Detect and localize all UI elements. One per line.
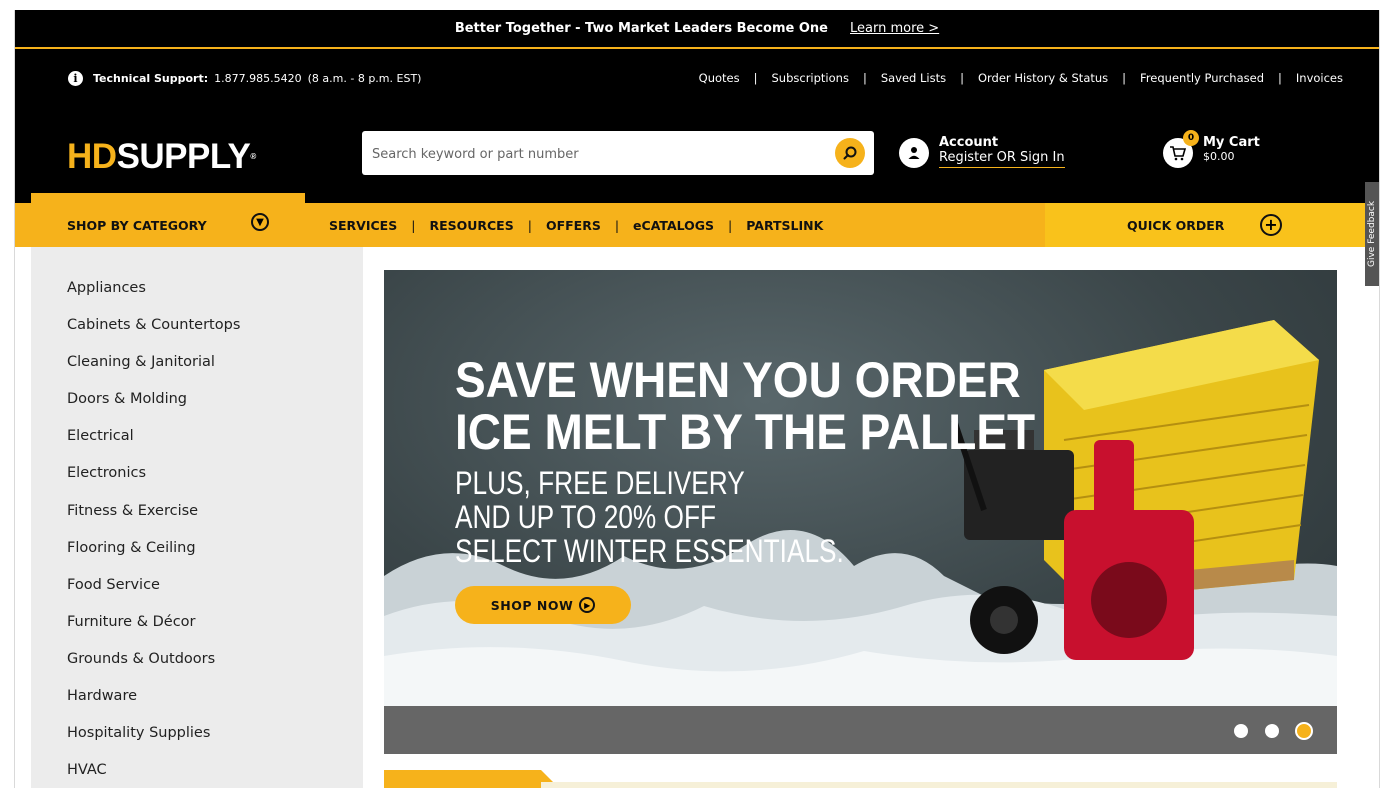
nav-links: SERVICES | RESOURCES | OFFERS | eCATALOG… bbox=[329, 217, 824, 233]
user-icon bbox=[899, 138, 929, 168]
category-item[interactable]: HVAC bbox=[67, 758, 363, 788]
arrow-right-icon: ▶ bbox=[579, 597, 596, 613]
search-bar bbox=[362, 131, 874, 177]
shop-now-button[interactable]: SHOP NOW ▶ bbox=[455, 586, 631, 624]
utility-links: Quotes | Subscriptions | Saved Lists | O… bbox=[698, 71, 1343, 85]
quick-order-button[interactable]: QUICK ORDER + bbox=[1045, 203, 1379, 247]
cart-total: $0.00 bbox=[1203, 150, 1235, 163]
section-divider bbox=[541, 782, 1337, 788]
order-history-link[interactable]: Order History & Status bbox=[978, 71, 1108, 85]
category-item[interactable]: Hardware bbox=[67, 684, 363, 721]
category-item[interactable]: Grounds & Outdoors bbox=[67, 647, 363, 684]
announcement-message: Better Together - Two Market Leaders Bec… bbox=[454, 21, 828, 36]
nav-services[interactable]: SERVICES bbox=[329, 218, 397, 233]
register-sign-in-link[interactable]: Register OR Sign In bbox=[939, 150, 1065, 168]
category-item[interactable]: Doors & Molding bbox=[67, 387, 363, 424]
support-label: Technical Support: bbox=[93, 72, 209, 85]
carousel-dot[interactable] bbox=[1234, 724, 1248, 738]
hero-headline: SAVE WHEN YOU ORDER ICE MELT BY THE PALL… bbox=[455, 352, 1036, 460]
technical-support: i Technical Support: 1.877.985.5420 (8 a… bbox=[68, 71, 421, 86]
saved-lists-link[interactable]: Saved Lists bbox=[881, 71, 946, 85]
shop-by-category-label: SHOP BY CATEGORY bbox=[67, 217, 207, 233]
main-navigation: SHOP BY CATEGORY ▼ SERVICES | RESOURCES … bbox=[15, 193, 1379, 247]
category-item[interactable]: Appliances bbox=[67, 276, 363, 313]
category-item[interactable]: Cabinets & Countertops bbox=[67, 313, 363, 350]
category-sidebar: Appliances Cabinets & Countertops Cleani… bbox=[31, 247, 363, 788]
nav-ecatalogs[interactable]: eCATALOGS bbox=[633, 218, 714, 233]
invoices-link[interactable]: Invoices bbox=[1296, 71, 1343, 85]
chevron-down-icon: ▼ bbox=[251, 213, 269, 231]
category-item[interactable]: Electrical bbox=[67, 424, 363, 461]
hd-supply-logo[interactable]: HDSUPPLY® bbox=[67, 137, 256, 177]
account-title: Account bbox=[939, 135, 999, 150]
page-frame: Better Together - Two Market Leaders Bec… bbox=[14, 10, 1380, 788]
category-item[interactable]: Flooring & Ceiling bbox=[67, 536, 363, 573]
category-item[interactable]: Electronics bbox=[67, 461, 363, 498]
account-menu[interactable]: Account Register OR Sign In bbox=[899, 135, 1065, 168]
category-item[interactable]: Cleaning & Janitorial bbox=[67, 350, 363, 387]
site-header: i Technical Support: 1.877.985.5420 (8 a… bbox=[15, 49, 1379, 203]
cart-count-badge: 0 bbox=[1183, 130, 1199, 146]
support-phone[interactable]: 1.877.985.5420 bbox=[214, 72, 301, 85]
hero-banner[interactable]: SAVE WHEN YOU ORDER ICE MELT BY THE PALL… bbox=[384, 270, 1337, 706]
category-item[interactable]: Food Service bbox=[67, 573, 363, 610]
info-icon: i bbox=[68, 71, 83, 86]
quick-order-label: QUICK ORDER bbox=[1127, 217, 1225, 233]
nav-offers[interactable]: OFFERS bbox=[546, 218, 601, 233]
give-feedback-tab[interactable]: Give Feedback bbox=[1365, 182, 1379, 286]
announcement-bar: Better Together - Two Market Leaders Bec… bbox=[15, 10, 1379, 49]
search-icon bbox=[843, 146, 857, 160]
category-item[interactable]: Fitness & Exercise bbox=[67, 499, 363, 536]
shop-by-category-button[interactable]: SHOP BY CATEGORY ▼ bbox=[31, 193, 305, 247]
hero-subheadline: PLUS, FREE DELIVERY AND UP TO 20% OFF SE… bbox=[455, 465, 844, 569]
nav-partslink[interactable]: PARTSLINK bbox=[746, 218, 823, 233]
cart-menu[interactable]: 0 My Cart $0.00 bbox=[1163, 130, 1260, 168]
carousel-dot[interactable] bbox=[1265, 724, 1279, 738]
frequently-purchased-link[interactable]: Frequently Purchased bbox=[1140, 71, 1264, 85]
carousel-dot-active[interactable] bbox=[1295, 722, 1313, 740]
quotes-link[interactable]: Quotes bbox=[699, 71, 740, 85]
subscriptions-link[interactable]: Subscriptions bbox=[772, 71, 849, 85]
category-item[interactable]: Hospitality Supplies bbox=[67, 721, 363, 758]
shop-now-label: SHOP NOW bbox=[490, 597, 574, 613]
cart-title: My Cart bbox=[1203, 135, 1260, 150]
cart-icon: 0 bbox=[1163, 130, 1199, 168]
search-button[interactable] bbox=[835, 138, 865, 168]
search-input[interactable] bbox=[370, 131, 814, 177]
plus-icon: + bbox=[1260, 214, 1282, 236]
category-item[interactable]: Furniture & Décor bbox=[67, 610, 363, 647]
support-hours: (8 a.m. - 8 p.m. EST) bbox=[307, 72, 422, 85]
section-tab bbox=[384, 770, 553, 788]
carousel-controls bbox=[384, 706, 1337, 754]
nav-resources[interactable]: RESOURCES bbox=[429, 218, 513, 233]
learn-more-link[interactable]: Learn more > bbox=[850, 21, 939, 36]
